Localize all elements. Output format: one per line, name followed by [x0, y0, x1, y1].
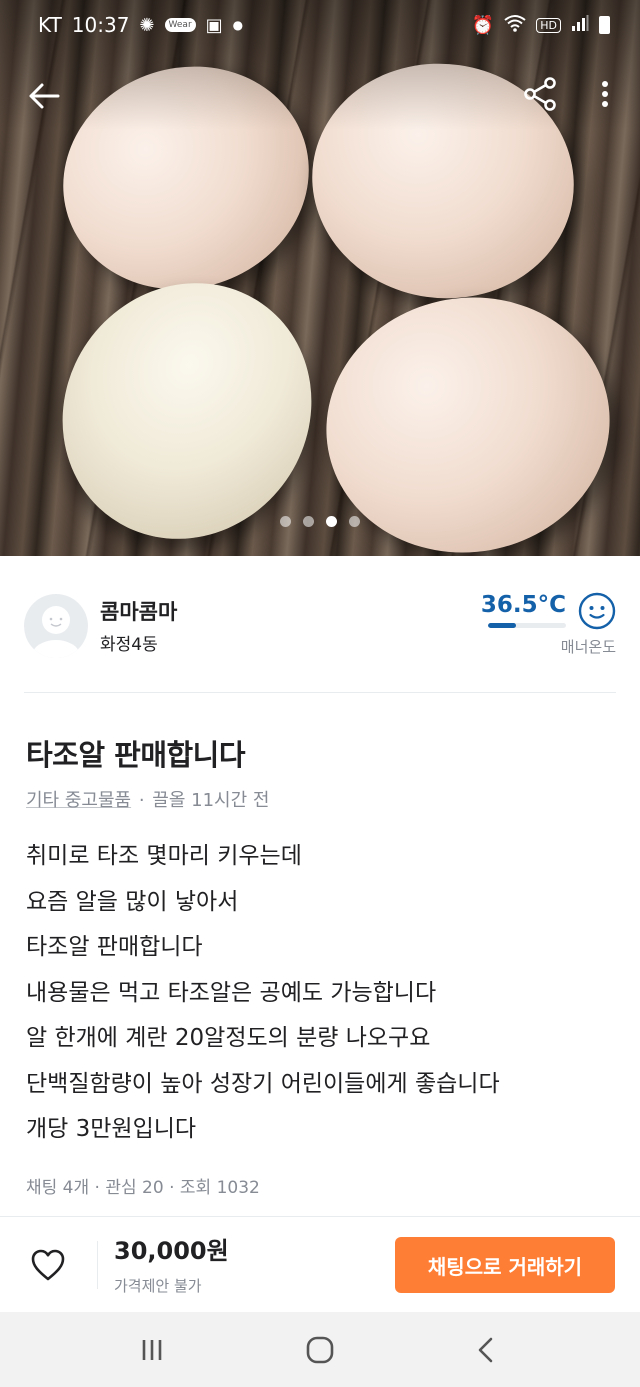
carousel-dot: [349, 516, 360, 527]
description-line: 알 한개에 계란 20알정도의 분량 나오구요: [26, 1025, 431, 1051]
avatar[interactable]: [24, 594, 88, 658]
home-icon: [306, 1336, 334, 1364]
alarm-icon: ⏰: [471, 14, 495, 36]
home-button[interactable]: [300, 1330, 340, 1370]
vertical-divider: [97, 1241, 98, 1289]
post-stats: 채팅 4개 · 관심 20 · 조회 1032: [26, 1173, 260, 1198]
carrier-label: KT: [38, 13, 62, 37]
description-line: 타조알 판매합니다: [26, 934, 203, 960]
carousel-dot: [326, 516, 337, 527]
back-button[interactable]: [24, 76, 64, 116]
smiley-face-icon: [578, 592, 616, 630]
temperature-bar-fill: [488, 623, 517, 628]
seller-name[interactable]: 콤마콤마: [100, 596, 177, 626]
description-line: 단백질함량이 높아 성장기 어린이들에게 좋습니다: [26, 1070, 500, 1097]
share-icon: [524, 77, 556, 111]
battery-icon: [599, 16, 610, 34]
post-category[interactable]: 기타 중고물품: [26, 790, 131, 811]
post-title: 타조알 판매합니다: [26, 738, 246, 772]
more-vertical-icon: [602, 81, 608, 107]
carousel-dot: [280, 516, 291, 527]
hd-voice-badge: HD: [536, 17, 561, 33]
system-navigation-bar: [0, 1312, 640, 1387]
status-bar: KT 10:37 ✺ Wear ▣ ● ⏰ HD: [0, 0, 640, 50]
description-line: 취미로 타조 몇마리 키우는데: [26, 843, 302, 869]
temperature-bar: [488, 623, 566, 628]
post-time: 끌올 11시간 전: [152, 790, 270, 811]
recent-apps-button[interactable]: [132, 1330, 172, 1370]
description-line: 요즘 알을 많이 낳아서: [26, 888, 239, 915]
seller-location: 화정4동: [100, 635, 158, 655]
egg-image: [12, 234, 362, 556]
image-icon: ▣: [205, 14, 223, 36]
default-avatar-icon: [32, 606, 80, 658]
seller-profile[interactable]: 콤마콤마 화정4동 36.5°C 매너온도: [24, 592, 616, 662]
more-options-button[interactable]: [592, 74, 618, 114]
signal-icon: [571, 14, 589, 37]
egg-image: [306, 275, 630, 556]
gear-icon: ✺: [139, 14, 155, 36]
carousel-indicator: [0, 516, 640, 527]
chat-trade-button[interactable]: 채팅으로 거래하기: [395, 1237, 615, 1293]
post-meta: 기타 중고물품 · 끌올 11시간 전: [26, 786, 269, 812]
back-icon: [478, 1337, 493, 1363]
wear-badge: Wear: [164, 18, 196, 32]
wifi-icon: [504, 14, 526, 37]
bottom-action-bar: 30,000원 가격제안 불가 채팅으로 거래하기: [0, 1216, 640, 1312]
arrow-left-icon: [29, 83, 60, 109]
dot-icon: ●: [232, 18, 244, 32]
manner-temperature-label[interactable]: 매너온도: [561, 636, 616, 657]
post-description: 취미로 타조 몇마리 키우는데요즘 알을 많이 낳아서타조알 판매합니다내용물은…: [26, 834, 626, 1153]
description-line: 내용물은 먹고 타조알은 공예도 가능합니다: [26, 979, 437, 1006]
heart-icon: [31, 1249, 65, 1281]
share-button[interactable]: [520, 74, 560, 114]
stats-separator: ·: [94, 1178, 106, 1198]
description-line: 개당 3만원입니다: [26, 1116, 197, 1142]
like-button[interactable]: [30, 1248, 66, 1282]
chat-count: 채팅 4개: [26, 1178, 90, 1198]
stats-separator: ·: [169, 1178, 180, 1198]
system-back-button[interactable]: [466, 1330, 506, 1370]
view-count: 조회 1032: [179, 1178, 260, 1198]
price-offer-note: 가격제안 불가: [114, 1277, 202, 1295]
recent-apps-icon: [142, 1340, 162, 1360]
top-navigation: [0, 68, 640, 122]
carousel-dot: [303, 516, 314, 527]
clock: 10:37: [71, 13, 130, 37]
like-count: 관심 20: [105, 1178, 164, 1198]
price: 30,000원: [114, 1237, 229, 1265]
divider: [24, 692, 616, 693]
meta-separator: ·: [138, 790, 151, 811]
manner-temperature: 36.5°C: [480, 592, 566, 618]
